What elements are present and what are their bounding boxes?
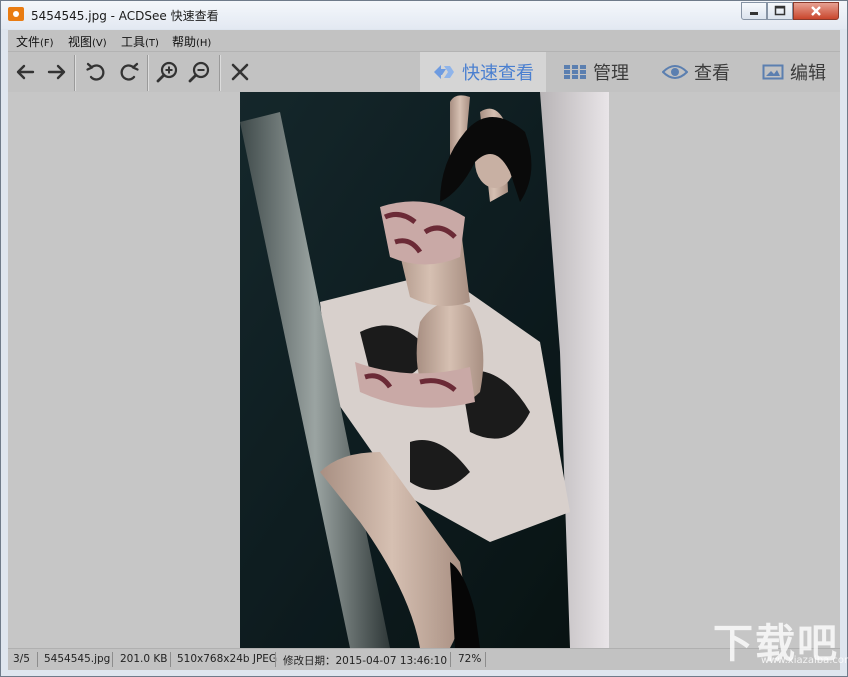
- minimize-icon: [750, 12, 758, 15]
- zoom-in-button[interactable]: [154, 58, 182, 86]
- app-window: 5454545.jpg - ACDSee 快速查看 文件(F) 视图(V) 工具…: [0, 0, 848, 677]
- rotate-right-icon: [120, 62, 139, 81]
- image-viewer-canvas[interactable]: [8, 92, 840, 648]
- status-dimensions: 510x768x24b JPEG: [177, 653, 278, 665]
- menu-view-label: 视图: [68, 35, 93, 49]
- status-filename: 5454545.jpg: [44, 653, 111, 665]
- zoom-out-button[interactable]: [186, 58, 214, 86]
- menu-tools-accel: (T): [145, 38, 159, 49]
- arrow-right-icon: [47, 64, 66, 80]
- menu-tools[interactable]: 工具(T): [121, 33, 159, 50]
- zoom-in-icon: [156, 61, 178, 83]
- menu-bar: 文件(F) 视图(V) 工具(T) 帮助(H): [8, 30, 840, 52]
- close-window-button[interactable]: [793, 2, 839, 20]
- menu-tools-label: 工具: [121, 35, 146, 49]
- status-zoom[interactable]: 72%: [458, 653, 481, 665]
- status-separator: [485, 652, 486, 667]
- status-separator: [450, 652, 451, 667]
- picture-edit-icon: [762, 64, 784, 80]
- status-filesize: 201.0 KB: [120, 653, 168, 665]
- menu-view[interactable]: 视图(V): [68, 33, 107, 50]
- tab-manage[interactable]: 管理: [563, 52, 629, 92]
- rotate-right-button[interactable]: [115, 58, 143, 86]
- toolbar-separator: [147, 55, 149, 91]
- maximize-icon: [774, 5, 786, 16]
- menu-help[interactable]: 帮助(H): [172, 33, 211, 50]
- tab-view-label: 查看: [694, 63, 730, 84]
- menu-view-accel: (V): [92, 38, 107, 49]
- grid-icon: [564, 65, 586, 79]
- rotate-left-button[interactable]: [82, 58, 110, 86]
- window-title: 5454545.jpg - ACDSee 快速查看: [31, 9, 219, 23]
- watermark-url: www.xiazaiba.com: [761, 655, 848, 666]
- maximize-button[interactable]: [767, 2, 793, 20]
- tab-edit[interactable]: 编辑: [762, 52, 826, 92]
- previous-image-button[interactable]: [11, 58, 39, 86]
- menu-file[interactable]: 文件(F): [16, 33, 54, 50]
- status-image-index: 3/5: [13, 653, 30, 665]
- status-separator: [112, 652, 113, 667]
- arrow-left-icon: [16, 64, 35, 80]
- toolbar: 快速查看 管理 查看 编辑: [8, 52, 840, 92]
- toolbar-separator: [219, 55, 221, 91]
- eye-icon: [662, 65, 688, 79]
- acdsee-app-icon: [8, 7, 24, 21]
- title-bar[interactable]: 5454545.jpg - ACDSee 快速查看: [1, 1, 847, 29]
- status-separator: [37, 652, 38, 667]
- status-modified-date: 修改日期：2015-04-07 13:46:10: [283, 655, 448, 667]
- tab-quick-view[interactable]: 快速查看: [420, 52, 546, 92]
- displayed-photo: [240, 92, 609, 648]
- menu-file-label: 文件: [16, 35, 41, 49]
- close-icon: [811, 6, 821, 16]
- minimize-button[interactable]: [741, 2, 767, 20]
- tab-edit-label: 编辑: [790, 63, 826, 84]
- tab-quick-view-label: 快速查看: [462, 63, 534, 84]
- quick-view-icon: [434, 65, 454, 79]
- close-x-icon: [231, 63, 249, 81]
- menu-help-accel: (H): [196, 38, 212, 49]
- zoom-out-icon: [188, 61, 210, 83]
- close-image-button[interactable]: [226, 58, 254, 86]
- rotate-left-icon: [86, 62, 105, 81]
- toolbar-separator: [74, 55, 76, 91]
- menu-file-accel: (F): [40, 38, 54, 49]
- tab-view[interactable]: 查看: [662, 52, 730, 92]
- photo-image: [240, 92, 609, 648]
- next-image-button[interactable]: [43, 58, 71, 86]
- menu-help-label: 帮助: [172, 35, 197, 49]
- status-separator: [170, 652, 171, 667]
- status-separator: [275, 652, 276, 667]
- tab-manage-label: 管理: [593, 63, 629, 84]
